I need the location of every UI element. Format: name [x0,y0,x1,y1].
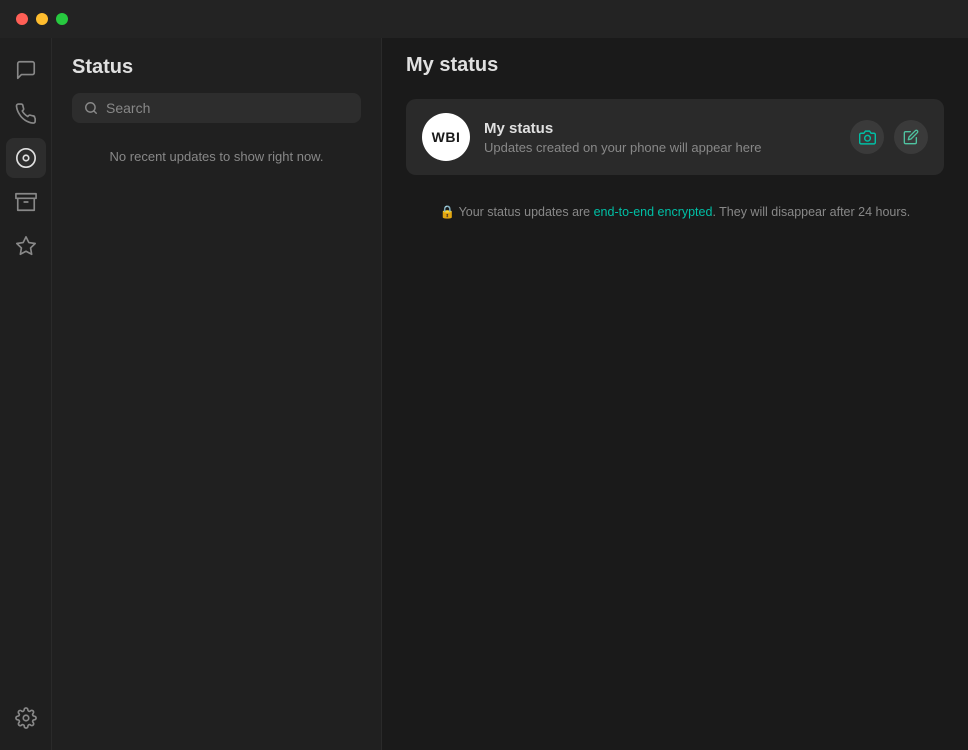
sidebar [0,38,52,750]
no-updates-text: No recent updates to show right now. [52,135,381,178]
avatar: WBI [422,113,470,161]
settings-icon[interactable] [6,698,46,738]
search-bar [72,93,361,123]
avatar-text: WBI [432,129,461,145]
add-status-camera-button[interactable] [850,120,884,154]
status-panel-header: Status [52,38,381,135]
status-card-subtitle: Updates created on your phone will appea… [484,140,836,155]
status-card-name: My status [484,120,836,137]
close-button[interactable] [16,13,28,25]
my-status-title: My status [406,54,944,77]
status-panel-title: Status [72,56,361,79]
status-actions [850,120,928,154]
maximize-button[interactable] [56,13,68,25]
search-icon [84,101,98,115]
encryption-link[interactable]: end-to-end encrypted [594,205,713,219]
app-container: Status No recent updates to show right n… [0,38,968,750]
main-content: My status WBI My status Updates created … [382,38,968,750]
starred-icon[interactable] [6,226,46,266]
lock-icon: 🔒 [440,205,456,219]
edit-status-button[interactable] [894,120,928,154]
my-status-card: WBI My status Updates created on your ph… [406,99,944,175]
search-input[interactable] [106,100,349,116]
encryption-after: . They will disappear after 24 hours. [712,205,910,219]
calls-icon[interactable] [6,94,46,134]
chat-icon[interactable] [6,50,46,90]
status-info: My status Updates created on your phone … [484,120,836,155]
status-panel: Status No recent updates to show right n… [52,38,382,750]
minimize-button[interactable] [36,13,48,25]
encryption-before: Your status updates are [459,205,594,219]
title-bar [0,0,968,38]
encryption-notice: 🔒 Your status updates are end-to-end enc… [406,205,944,220]
archive-icon[interactable] [6,182,46,222]
status-icon[interactable] [6,138,46,178]
my-status-header: My status [382,38,968,91]
